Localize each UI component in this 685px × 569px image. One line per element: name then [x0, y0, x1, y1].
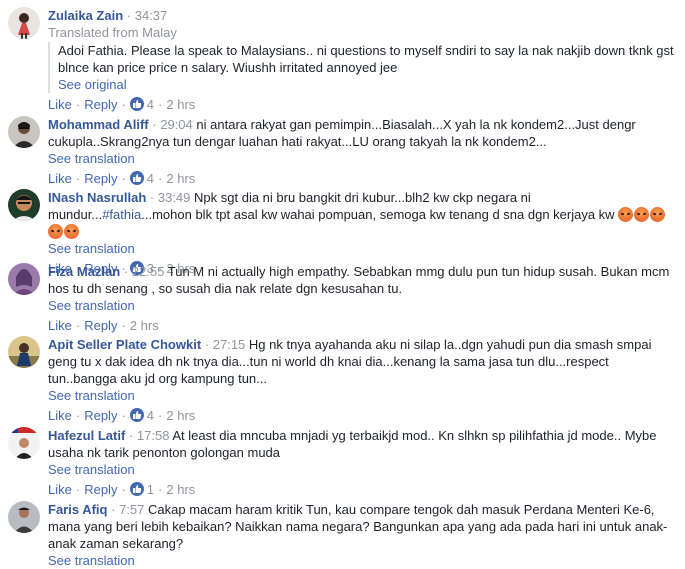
angry-emoji-icon	[618, 207, 634, 222]
avatar[interactable]	[8, 427, 40, 459]
comment-age[interactable]: 2 hrs	[130, 317, 159, 334]
avatar[interactable]	[8, 189, 40, 221]
avatar[interactable]	[8, 336, 40, 368]
like-button[interactable]: Like	[48, 96, 72, 113]
thumbs-up-icon[interactable]	[129, 97, 144, 111]
commenter-name[interactable]: Apit Seller Plate Chowkit	[48, 337, 201, 352]
hashtag-link[interactable]: #fathia	[102, 207, 141, 222]
like-button[interactable]: Like	[48, 407, 72, 424]
comment-text: Adoi Fathia. Please la speak to Malaysia…	[58, 43, 674, 75]
thumbs-up-icon[interactable]	[129, 482, 144, 496]
like-button[interactable]: Like	[48, 317, 72, 334]
avatar[interactable]	[8, 116, 40, 148]
comment-actions: Like · Reply · 2 hrs	[48, 317, 159, 334]
commenter-name[interactable]: Hafezul Latif	[48, 428, 125, 443]
comment-actions: Like · Reply · 4 · 2 hrs	[48, 407, 196, 424]
angry-emoji-icon	[48, 224, 63, 239]
see-translation-link[interactable]: See translation	[48, 240, 677, 257]
avatar[interactable]	[8, 7, 40, 39]
comment-timestamp[interactable]: 29:04	[160, 117, 193, 132]
reaction-count[interactable]: 4	[147, 407, 154, 424]
see-translation-link[interactable]: See translation	[48, 150, 677, 167]
commenter-name[interactable]: Zulaika Zain	[48, 8, 123, 23]
see-original-link[interactable]: See original	[58, 76, 677, 93]
see-translation-link[interactable]: See translation	[48, 387, 677, 404]
reply-button[interactable]: Reply	[84, 481, 117, 498]
angry-emoji-icon	[64, 224, 79, 239]
comment-timestamp[interactable]: 27:15	[213, 337, 246, 352]
reaction-count[interactable]: 4	[147, 96, 154, 113]
like-button[interactable]: Like	[48, 481, 72, 498]
commenter-name[interactable]: INash Nasrullah	[48, 190, 146, 205]
reply-button[interactable]: Reply	[84, 96, 117, 113]
comment-timestamp[interactable]: 34:37	[135, 8, 168, 23]
reaction-count[interactable]: 4	[147, 170, 154, 187]
comment-text: ...mohon blk tpt asal kw wahai pompuan, …	[141, 207, 615, 222]
comment-timestamp[interactable]: 33:49	[158, 190, 191, 205]
comment-age[interactable]: 2 hrs	[166, 407, 195, 424]
translated-from-label: Translated from Malay	[48, 25, 177, 40]
comment-age[interactable]: 2 hrs	[166, 170, 195, 187]
reply-button[interactable]: Reply	[84, 170, 117, 187]
comment-actions: Like · Reply · 4 · 2 hrs	[48, 96, 196, 113]
see-translation-link[interactable]: See translation	[48, 552, 677, 569]
like-button[interactable]: Like	[48, 170, 72, 187]
avatar[interactable]	[8, 501, 40, 533]
translated-quote: Adoi Fathia. Please la speak to Malaysia…	[48, 42, 677, 93]
see-translation-link[interactable]: See translation	[48, 297, 677, 314]
comment-timestamp[interactable]: 17:58	[137, 428, 170, 443]
angry-emoji-icon	[634, 207, 650, 222]
thumbs-up-icon[interactable]	[129, 408, 144, 422]
see-translation-link[interactable]: See translation	[48, 461, 677, 478]
comment-age[interactable]: 2 hrs	[166, 96, 195, 113]
commenter-name[interactable]: Mohammad Aliff	[48, 117, 149, 132]
comment-timestamp[interactable]: 22:55	[132, 264, 165, 279]
avatar[interactable]	[8, 263, 40, 295]
comment-actions: Like · Reply · 1 · 2 hrs	[48, 481, 196, 498]
dot-separator: ·	[126, 8, 132, 23]
reply-button[interactable]: Reply	[84, 317, 117, 334]
thumbs-up-icon[interactable]	[129, 171, 144, 185]
commenter-name[interactable]: Fiza Mazlan	[48, 264, 120, 279]
commenter-name[interactable]: Faris Afiq	[48, 502, 107, 517]
reaction-count[interactable]: 1	[147, 481, 154, 498]
reply-button[interactable]: Reply	[84, 407, 117, 424]
comment-timestamp[interactable]: 7:57	[119, 502, 144, 517]
angry-emoji-icon	[650, 207, 666, 222]
comment-age[interactable]: 2 hrs	[166, 481, 195, 498]
comment-actions: Like · Reply · 4 · 2 hrs	[48, 170, 196, 187]
